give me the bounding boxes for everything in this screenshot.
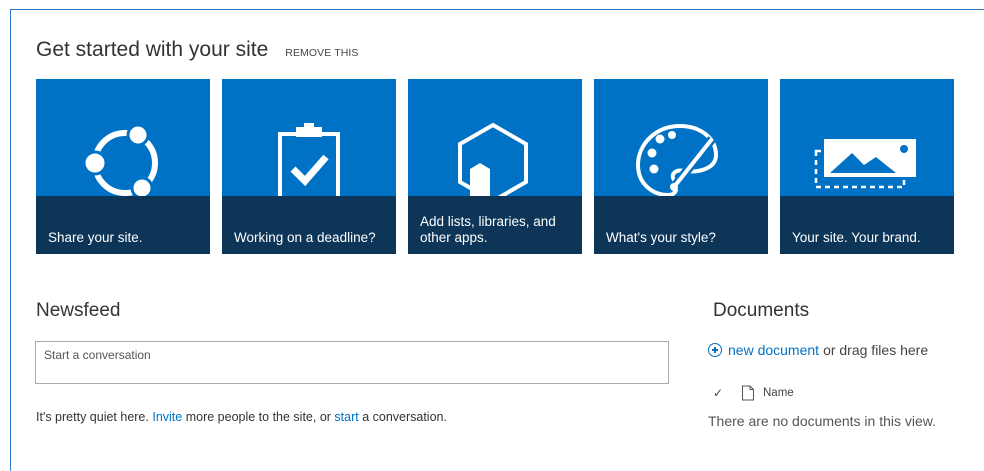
tile-style[interactable]: What's your style? xyxy=(594,79,768,254)
palette-icon xyxy=(635,123,719,196)
quiet-middle: more people to the site, or xyxy=(182,410,335,424)
remove-this-link[interactable]: REMOVE THIS xyxy=(285,47,358,59)
picture-icon xyxy=(814,139,916,189)
new-document-row: new document or drag files here xyxy=(708,342,928,358)
share-icon xyxy=(82,123,158,196)
get-started-title: Get started with your site xyxy=(36,38,269,61)
tile-caption-text: What's your style? xyxy=(606,230,716,245)
quiet-suffix: a conversation. xyxy=(358,410,447,424)
quiet-message: It's pretty quiet here. Invite more peop… xyxy=(36,410,447,424)
tile-add-apps[interactable]: Add lists, libraries, and other apps. xyxy=(408,79,582,254)
conversation-placeholder: Start a conversation xyxy=(44,348,151,362)
file-icon xyxy=(742,385,754,401)
add-circle-icon[interactable] xyxy=(708,343,722,357)
tile-caption-text: Add lists, libraries, and other apps. xyxy=(420,214,556,245)
get-started-tiles: Share your site. Working on a deadline? … xyxy=(36,79,984,254)
tile-brand[interactable]: Your site. Your brand. xyxy=(780,79,954,254)
drag-files-text: or drag files here xyxy=(823,342,929,358)
documents-title: Documents xyxy=(713,300,810,321)
invite-link[interactable]: Invite xyxy=(152,410,182,424)
quiet-prefix: It's pretty quiet here. xyxy=(36,410,153,424)
tile-deadline[interactable]: Working on a deadline? xyxy=(222,79,396,254)
tile-caption-text: Working on a deadline? xyxy=(234,230,376,245)
tile-share-site[interactable]: Share your site. xyxy=(36,79,210,254)
tile-caption-text: Share your site. xyxy=(48,230,143,245)
tile-caption-text: Your site. Your brand. xyxy=(792,230,921,245)
apps-hexagon-icon xyxy=(458,122,528,196)
newsfeed-title: Newsfeed xyxy=(36,300,121,321)
select-all-check-icon[interactable]: ✓ xyxy=(713,386,729,400)
documents-column-header: ✓ Name xyxy=(713,385,794,401)
new-document-link[interactable]: new document xyxy=(728,342,819,358)
start-conversation-input[interactable]: Start a conversation xyxy=(35,341,669,384)
name-column-header[interactable]: Name xyxy=(763,387,794,399)
tile-caption: Add lists, libraries, and other apps. xyxy=(408,196,582,254)
tile-caption: Share your site. xyxy=(36,196,210,254)
empty-documents-message: There are no documents in this view. xyxy=(708,413,937,429)
tile-caption: Working on a deadline? xyxy=(222,196,396,254)
clipboard-check-icon xyxy=(278,123,340,196)
get-started-header: Get started with your site REMOVE THIS xyxy=(36,38,359,62)
tile-caption: Your site. Your brand. xyxy=(780,196,954,254)
start-link[interactable]: start xyxy=(334,410,358,424)
tile-caption: What's your style? xyxy=(594,196,768,254)
